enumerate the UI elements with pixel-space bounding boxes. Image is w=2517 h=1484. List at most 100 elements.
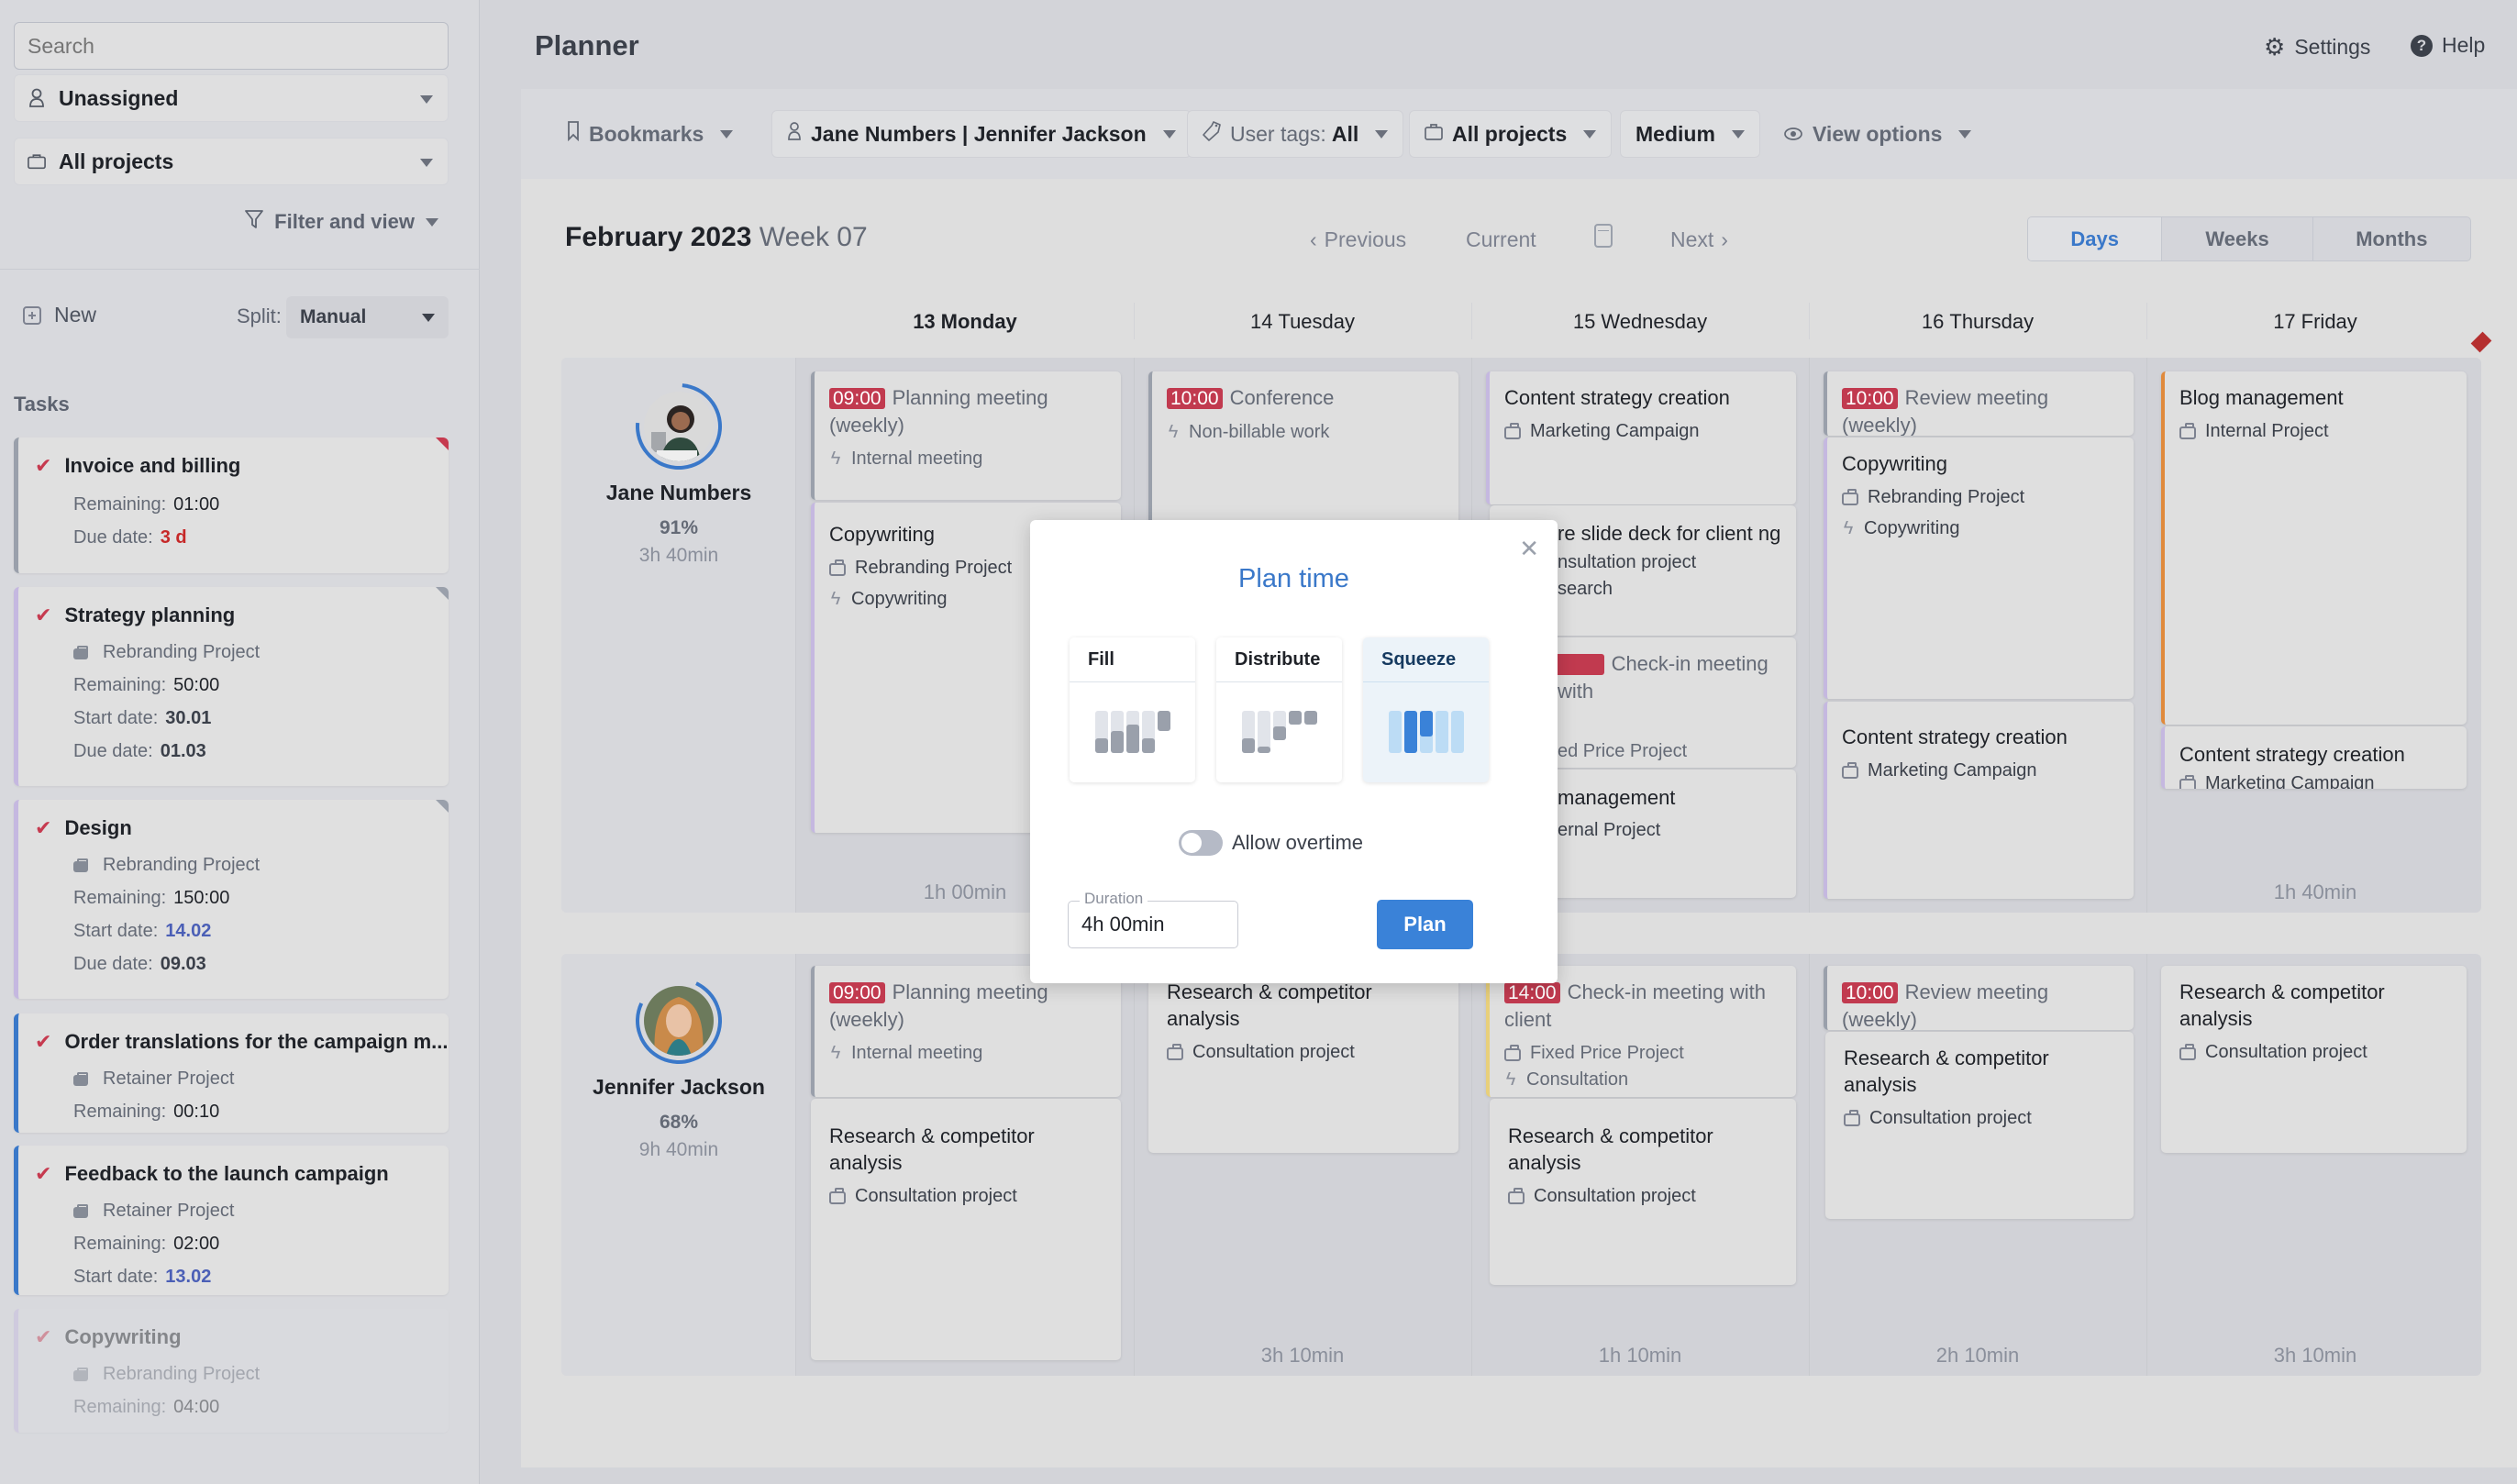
briefcase-icon [1504, 1044, 1521, 1061]
projects-dropdown[interactable]: All projects [1409, 110, 1613, 158]
avatar[interactable] [623, 965, 735, 1077]
check-icon[interactable]: ✔ [35, 1030, 51, 1054]
tab-days[interactable]: Days [2028, 217, 2163, 260]
event-card[interactable]: 10:00 Conference ϟ Non-billable work [1148, 371, 1458, 527]
tab-months[interactable]: Months [2313, 217, 2470, 260]
task-title: Copywriting [64, 1325, 182, 1348]
calendar-icon[interactable] [1594, 224, 1613, 248]
task-project: Retainer Project [103, 1201, 235, 1221]
event-card[interactable]: 09:00 Planning meeting (weekly) ϟ Internal… [811, 966, 1121, 1097]
check-icon[interactable]: ✔ [35, 604, 51, 627]
squeeze-mode-icon [1389, 711, 1464, 753]
settings-label: Settings [2294, 35, 2371, 59]
task-card[interactable]: ✔ Order translations for the campaign m..… [14, 1013, 449, 1133]
bolt-icon: ϟ [1168, 422, 1179, 442]
day-number: 14 [1249, 310, 1273, 333]
event-card[interactable]: 14:00 Check-in meeting with client Fixed … [1486, 966, 1796, 1097]
time-badge: 09:00 [829, 388, 885, 409]
check-icon[interactable]: ✔ [35, 1325, 51, 1349]
time-badge: 10:00 [1842, 982, 1898, 1003]
search-input[interactable] [14, 22, 449, 70]
task-card[interactable]: ✔ Feedback to the launch campaign Retaine… [14, 1146, 449, 1295]
task-card[interactable]: ✔ Design Rebranding Project Remaining: 150… [14, 800, 449, 999]
briefcase-icon [2179, 422, 2196, 439]
utilization-percent: 68% [659, 1112, 699, 1133]
event-card[interactable]: Content strategy creation Marketing Camp… [2161, 726, 2467, 789]
split-select[interactable]: Manual [286, 296, 449, 338]
filter-and-view-button[interactable]: Filter and view [245, 209, 438, 235]
divider [1134, 954, 1135, 1376]
new-label: New [54, 303, 97, 327]
event-project: ernal Project [1558, 820, 1661, 840]
settings-button[interactable]: ⚙ Settings [2264, 33, 2370, 61]
briefcase-icon [1842, 488, 1858, 505]
check-icon[interactable]: ✔ [35, 1162, 51, 1186]
event-card[interactable]: Content strategy creation Marketing Camp… [1486, 371, 1796, 504]
previous-label: Previous [1324, 227, 1407, 251]
next-label: Next [1670, 227, 1714, 251]
size-dropdown[interactable]: Medium [1620, 110, 1760, 158]
view-options-label: View options [1813, 121, 1943, 146]
event-card[interactable]: Copywriting Rebranding Project ϟ Copywrit… [1824, 437, 2134, 699]
plan-button[interactable]: Plan [1377, 900, 1473, 949]
mode-fill[interactable]: Fill [1070, 637, 1195, 782]
event-card[interactable]: Content strategy creation Marketing Camp… [1824, 702, 2134, 899]
briefcase-icon [73, 1203, 88, 1218]
next-button[interactable]: Next › [1670, 227, 1728, 252]
event-title: management [1558, 786, 1676, 809]
allow-overtime-toggle[interactable] [1179, 830, 1223, 856]
event-card[interactable]: 10:00 Review meeting (weekly) [1824, 966, 2134, 1030]
bookmarks-dropdown[interactable]: Bookmarks [552, 110, 748, 158]
event-activity: Non-billable work [1189, 422, 1330, 442]
project-select[interactable]: All projects [14, 138, 449, 185]
duration-field[interactable]: Duration [1068, 890, 1238, 948]
check-icon[interactable]: ✔ [35, 816, 51, 840]
users-dropdown[interactable]: Jane Numbers | Jennifer Jackson [771, 110, 1192, 158]
help-button[interactable]: ? Help [2411, 33, 2485, 58]
previous-button[interactable]: ‹ Previous [1310, 227, 1406, 252]
tasks-heading: Tasks [14, 393, 70, 415]
event-card[interactable]: Blog management Internal Project [2161, 371, 2467, 725]
mode-squeeze[interactable]: Squeeze [1363, 637, 1489, 782]
task-card[interactable]: ✔ Copywriting Rebranding Project Remainin… [14, 1309, 449, 1433]
chevron-down-icon [1583, 129, 1597, 138]
chevron-down-icon [1731, 129, 1745, 138]
remaining-value: 150:00 [173, 888, 230, 908]
mode-distribute[interactable]: Distribute [1216, 637, 1342, 782]
event-card[interactable]: Research & competitor analysis Consultat… [2161, 966, 2467, 1153]
new-task-button[interactable]: New [23, 303, 96, 327]
user-name: Jennifer Jackson [593, 1075, 765, 1099]
current-button[interactable]: Current [1466, 227, 1536, 252]
event-card[interactable]: Research & competitor analysis Consultat… [811, 1099, 1121, 1360]
task-card[interactable]: ✔ Invoice and billing Remaining: 01:00 Due… [14, 437, 449, 573]
view-options-dropdown[interactable]: View options [1769, 110, 1986, 158]
week-label: Week 07 [759, 222, 868, 252]
chevron-down-icon [420, 95, 433, 104]
avatar[interactable] [617, 365, 740, 488]
event-project: Consultation project [855, 1186, 1017, 1206]
duration-input[interactable] [1081, 913, 1228, 936]
close-icon[interactable]: ✕ [1519, 535, 1539, 563]
event-card[interactable]: Research & competitor analysis Consultat… [1148, 966, 1458, 1153]
event-project: Consultation project [1192, 1042, 1355, 1062]
due-value: 3 d [160, 527, 187, 548]
event-card[interactable]: Research & competitor analysis Consultat… [1825, 1032, 2134, 1219]
chevron-down-icon [422, 314, 435, 322]
tab-weeks[interactable]: Weeks [2162, 217, 2313, 260]
bolt-icon: ϟ [830, 1043, 841, 1063]
assignee-select[interactable]: Unassigned [14, 74, 449, 122]
event-card[interactable]: 09:00 Planning meeting (weekly) ϟ Internal… [811, 371, 1121, 500]
toolbar: Bookmarks Jane Numbers | Jennifer Jackso… [521, 89, 2517, 179]
user-icon [787, 121, 802, 147]
briefcase-icon [1504, 422, 1521, 439]
briefcase-icon [829, 1187, 846, 1204]
check-icon[interactable]: ✔ [35, 454, 51, 478]
event-card[interactable]: Research & competitor analysis Consultat… [1490, 1099, 1796, 1285]
event-project: Fixed Price Project [1530, 1043, 1684, 1063]
event-card[interactable]: 10:00 Review meeting (weekly) [1824, 371, 2134, 436]
user-tags-dropdown[interactable]: User tags: All [1187, 110, 1404, 158]
task-project: Rebranding Project [103, 855, 261, 875]
day-total: 1h 10min [1598, 1344, 1682, 1367]
day-number: 13 [913, 310, 936, 333]
task-card[interactable]: ✔ Strategy planning Rebranding Project Re… [14, 587, 449, 786]
